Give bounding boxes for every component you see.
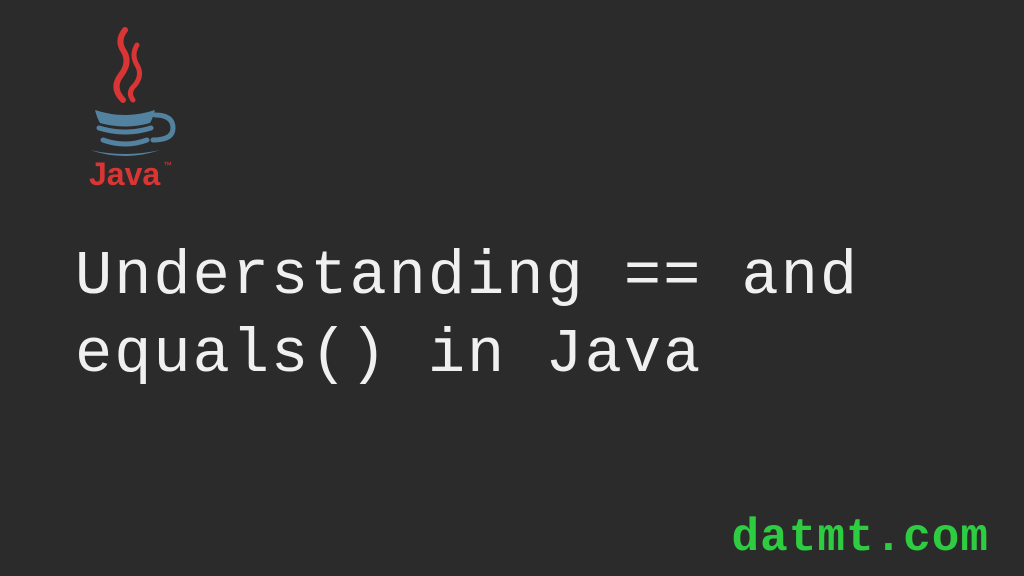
svg-text:™: ™ — [163, 160, 172, 170]
title-text: Understanding == and equals() in Java — [75, 241, 859, 390]
java-logo-svg: Java ™ — [75, 20, 185, 190]
website-url: datmt.com — [732, 512, 989, 564]
website-text: datmt.com — [732, 512, 989, 564]
java-logo-text: Java — [89, 156, 160, 190]
java-logo: Java ™ — [75, 20, 185, 195]
page-title: Understanding == and equals() in Java — [75, 238, 859, 393]
